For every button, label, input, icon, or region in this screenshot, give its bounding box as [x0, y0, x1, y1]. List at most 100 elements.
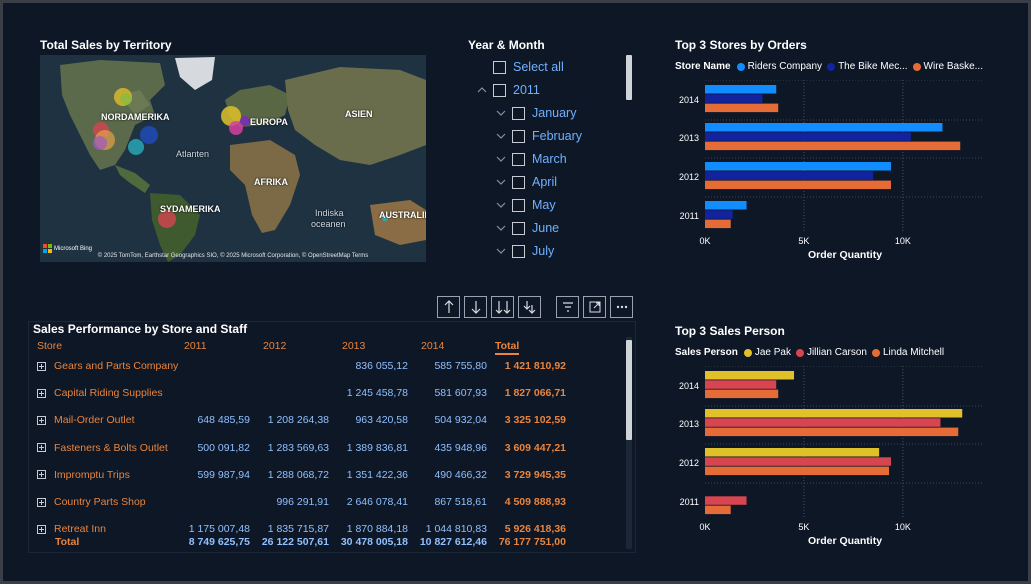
bar[interactable] — [705, 457, 891, 466]
slicer-scrollbar[interactable] — [626, 55, 632, 100]
table-row[interactable]: Country Parts Shop — [37, 496, 146, 508]
store-name: Mail-Order Outlet — [54, 414, 135, 427]
chevron-down-icon[interactable] — [494, 106, 508, 120]
expand-row-icon[interactable] — [37, 524, 46, 534]
bar[interactable] — [705, 132, 911, 141]
slicer-checkbox[interactable] — [512, 198, 525, 212]
legend-item[interactable]: Wire Baske... — [912, 61, 983, 72]
bar[interactable] — [705, 389, 779, 399]
column-header-store[interactable]: Store — [37, 340, 62, 352]
drill-up-icon[interactable] — [437, 296, 460, 318]
column-header-y2011[interactable]: 2011 — [184, 340, 207, 352]
legend-dot-icon — [871, 348, 880, 357]
legend-label: Wire Baske... — [923, 61, 983, 72]
slicer-checkbox[interactable] — [512, 244, 525, 258]
table-row[interactable]: Mail-Order Outlet — [37, 414, 135, 426]
slicer-item[interactable]: April — [494, 172, 557, 192]
territory-map[interactable]: NORDAMERIKA EUROPA ASIEN Atlanten AFRIKA… — [40, 55, 426, 262]
expand-row-icon[interactable] — [37, 443, 46, 453]
expand-row-icon[interactable] — [37, 470, 46, 480]
table-row[interactable]: Capital Riding Supplies — [37, 387, 163, 399]
bar[interactable] — [705, 162, 891, 171]
chevron-down-icon[interactable] — [494, 152, 508, 166]
expand-next-level-icon[interactable] — [518, 296, 541, 318]
column-header-y2013[interactable]: 2013 — [342, 340, 365, 352]
salesperson-bar-chart[interactable]: 2014 2013 2012 2011 0K 5K 10K Order Quantity — [670, 365, 990, 556]
slicer-checkbox[interactable] — [493, 60, 506, 74]
legend-item[interactable]: Jae Pak — [743, 347, 791, 358]
slicer-item[interactable]: July — [494, 241, 554, 261]
map-attribution[interactable]: © 2025 TomTom, Earthstar Geographics SIO… — [40, 253, 426, 259]
column-header-total[interactable]: Total — [495, 340, 520, 355]
chevron-up-icon[interactable] — [475, 83, 489, 97]
column-header-y2012[interactable]: 2012 — [263, 340, 286, 352]
expand-row-icon[interactable] — [37, 415, 46, 425]
map-label-indian-ocean-1: Indiska — [315, 208, 344, 218]
slicer-checkbox[interactable] — [512, 129, 525, 143]
slicer-checkbox[interactable] — [493, 83, 506, 97]
bar[interactable] — [705, 85, 777, 94]
bar[interactable] — [705, 496, 747, 505]
slicer-item[interactable]: June — [494, 218, 559, 238]
expand-all-icon[interactable] — [491, 296, 514, 318]
table-scrollbar[interactable] — [626, 340, 632, 440]
slicer-item[interactable]: May — [494, 195, 556, 215]
bar[interactable] — [705, 409, 963, 418]
year-month-slicer[interactable]: Select all 2011 January February March April M… — [468, 55, 636, 265]
expand-row-icon[interactable] — [37, 497, 46, 507]
column-header-y2014[interactable]: 2014 — [421, 340, 444, 352]
table-row[interactable]: Retreat Inn — [37, 523, 106, 535]
bar[interactable] — [705, 466, 890, 476]
bar[interactable] — [705, 380, 777, 389]
legend-item[interactable]: Linda Mitchell — [871, 347, 944, 358]
more-options-icon[interactable] — [610, 296, 633, 318]
bar[interactable] — [705, 418, 941, 427]
cell-y2013: 2 646 078,41 — [346, 496, 408, 508]
focus-mode-icon[interactable] — [583, 296, 606, 318]
stores-bar-chart[interactable]: 2014 2013 2012 2011 0K 5K 10K Order Quantity — [670, 79, 990, 270]
slicer-item[interactable]: January — [494, 103, 576, 123]
salesperson-bar-chart-svg: 2014 2013 2012 2011 0K 5K 10K Order Quantity — [679, 365, 982, 547]
slicer-checkbox[interactable] — [512, 175, 525, 189]
filter-icon[interactable] — [556, 296, 579, 318]
bar[interactable] — [705, 505, 731, 515]
bar[interactable] — [705, 427, 959, 437]
chevron-down-icon[interactable] — [494, 198, 508, 212]
bar[interactable] — [705, 219, 731, 229]
chevron-down-icon[interactable] — [494, 129, 508, 143]
chevron-down-icon[interactable] — [494, 221, 508, 235]
chevron-down-icon[interactable] — [494, 175, 508, 189]
drill-down-icon[interactable] — [464, 296, 487, 318]
slicer-item[interactable]: February — [494, 126, 582, 146]
table-row[interactable]: Fasteners & Bolts Outlet — [37, 442, 168, 454]
bar[interactable] — [705, 210, 733, 219]
slicer-item[interactable]: 2011 — [475, 80, 540, 100]
legend-item[interactable]: Riders Company — [736, 61, 822, 72]
legend-item[interactable]: Jillian Carson — [795, 347, 867, 358]
table-row[interactable]: Impromptu Trips — [37, 469, 130, 481]
legend-item[interactable]: The Bike Mec... — [827, 61, 908, 72]
bar[interactable] — [705, 123, 943, 132]
chevron-down-icon[interactable] — [494, 244, 508, 258]
bar[interactable] — [705, 171, 874, 180]
bar[interactable] — [705, 371, 795, 380]
x-tick-label: 10K — [895, 522, 911, 532]
bar[interactable] — [705, 141, 961, 151]
table-row[interactable]: Gears and Parts Company — [37, 360, 178, 372]
bar[interactable] — [705, 201, 747, 210]
bar[interactable] — [705, 94, 763, 103]
bar[interactable] — [705, 103, 779, 113]
slicer-checkbox[interactable] — [512, 221, 525, 235]
cell-total: 3 325 102,59 — [504, 414, 566, 427]
expand-row-icon[interactable] — [37, 388, 46, 398]
bar[interactable] — [705, 448, 880, 457]
slicer-checkbox[interactable] — [512, 106, 525, 120]
slicer-item[interactable]: Select all — [493, 57, 564, 77]
expand-row-icon[interactable] — [37, 361, 46, 371]
visual-header-toolbar — [556, 296, 633, 318]
bar[interactable] — [705, 180, 891, 190]
total-cell-total: 76 177 751,00 — [498, 536, 566, 548]
slicer-item[interactable]: March — [494, 149, 567, 169]
legend-title: Sales Person — [675, 347, 738, 358]
slicer-checkbox[interactable] — [512, 152, 525, 166]
